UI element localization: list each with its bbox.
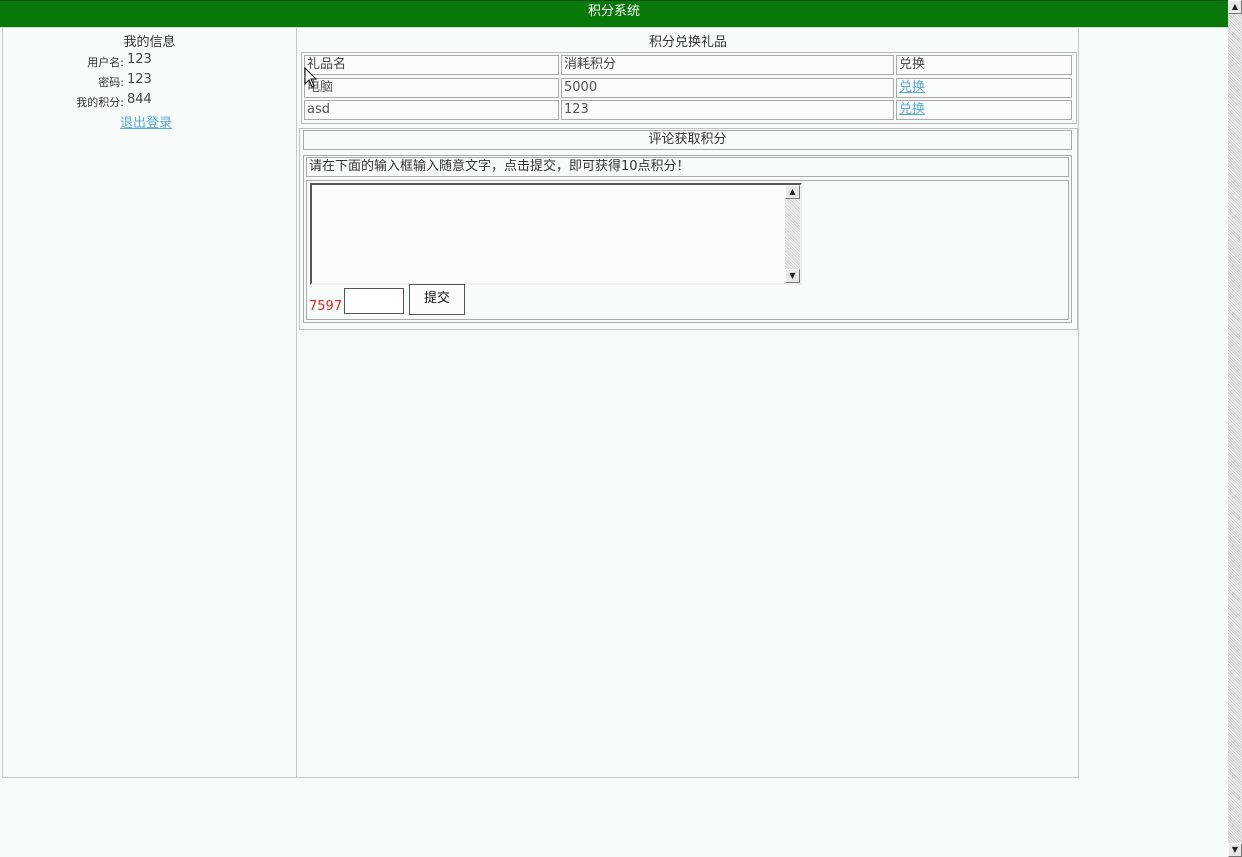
gifts-header-cost: 消耗积分: [561, 55, 894, 75]
page-scrollbar[interactable]: ▲ ▼: [1228, 0, 1242, 857]
gifts-header-action: 兑换: [896, 55, 1072, 75]
password-row: 密码: 123: [3, 72, 296, 90]
gifts-table: 礼品名 消耗积分 兑换 电脑 5000 兑换 asd 123 兑换: [301, 52, 1077, 124]
username-label: 用户名:: [87, 56, 124, 69]
scroll-down-icon[interactable]: ▼: [785, 269, 800, 283]
comment-form-frame: 请在下面的输入框输入随意文字，点击提交，即可获得10点积分！ ▲ ▼ 7597: [303, 155, 1072, 323]
username-row: 用户名: 123: [3, 52, 296, 70]
profile-title: 我的信息: [123, 35, 176, 50]
points-value: 844: [127, 92, 152, 107]
captcha-code: 7597: [309, 299, 343, 314]
scroll-up-icon[interactable]: ▲: [785, 185, 800, 199]
comment-instruction: 请在下面的输入框输入随意文字，点击提交，即可获得10点积分！: [306, 157, 1069, 177]
page-scroll-up-icon[interactable]: ▲: [1228, 0, 1242, 14]
username-value: 123: [127, 52, 152, 67]
exchange-link[interactable]: 兑换: [899, 102, 925, 117]
gifts-header-name: 礼品名: [304, 55, 559, 75]
logout-link[interactable]: 退出登录: [120, 112, 172, 131]
gift-cost: 123: [561, 100, 894, 120]
main-panel: 积分兑换礼品 礼品名 消耗积分 兑换 电脑 5000 兑换 asd 123 兑换: [298, 28, 1078, 777]
profile-panel: 我的信息 用户名: 123 密码: 123 我的积分: 844 退出登录: [3, 28, 297, 777]
gift-name: asd: [304, 100, 559, 120]
gift-name: 电脑: [304, 78, 559, 98]
gift-action-cell: 兑换: [896, 78, 1072, 98]
password-label: 密码:: [98, 76, 124, 89]
textarea-scrollbar[interactable]: ▲ ▼: [785, 185, 800, 283]
comment-section: 评论获取积分 请在下面的输入框输入随意文字，点击提交，即可获得10点积分！ ▲ …: [299, 128, 1078, 330]
gift-action-cell: 兑换: [896, 100, 1072, 120]
password-value: 123: [127, 72, 152, 87]
app-title: 积分系统: [587, 4, 640, 19]
submit-button[interactable]: 提交: [409, 284, 465, 315]
captcha-input[interactable]: [344, 288, 404, 314]
page: 积分系统 我的信息 用户名: 123 密码: 123 我的积分: 844 退出登…: [0, 0, 1228, 857]
page-scroll-down-icon[interactable]: ▼: [1228, 843, 1242, 857]
points-label: 我的积分:: [76, 96, 124, 109]
comment-textarea[interactable]: ▲ ▼: [310, 183, 802, 285]
gift-cost: 5000: [561, 78, 894, 98]
points-row: 我的积分: 844: [3, 92, 296, 110]
exchange-link[interactable]: 兑换: [899, 80, 925, 95]
layout-frame: 我的信息 用户名: 123 密码: 123 我的积分: 844 退出登录 积分兑…: [2, 28, 1079, 778]
comment-form: ▲ ▼ 7597 提交: [306, 180, 1069, 320]
app-header: 积分系统: [0, 0, 1228, 28]
gifts-title: 积分兑换礼品: [648, 35, 727, 50]
comment-title: 评论获取积分: [303, 130, 1072, 150]
